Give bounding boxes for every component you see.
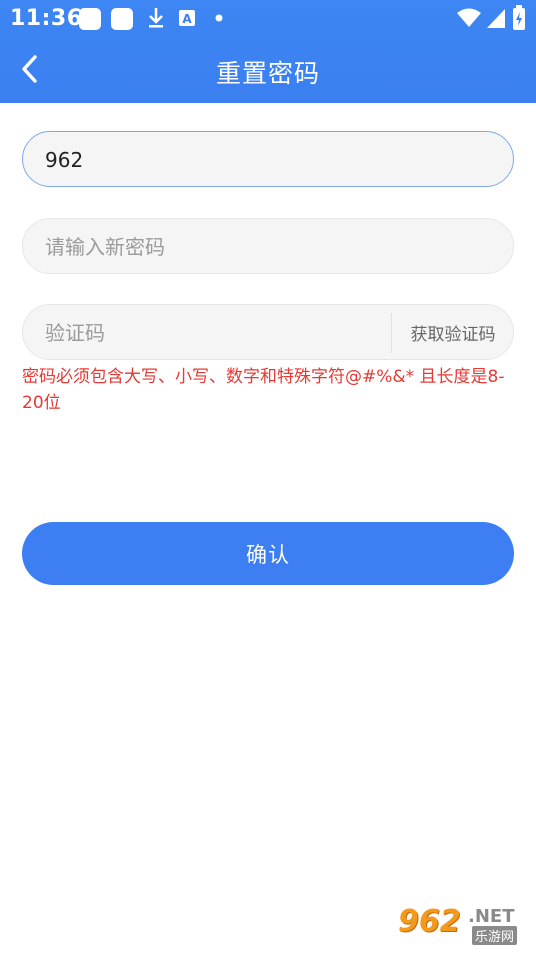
watermark-number: 962 — [398, 904, 461, 939]
verification-code-field[interactable]: 获取验证码 — [22, 304, 514, 361]
page-title: 重置密码 — [215, 59, 320, 88]
divider — [391, 313, 392, 353]
watermark-net: .NET — [468, 906, 515, 927]
account-field[interactable] — [22, 131, 514, 188]
new-password-field[interactable] — [22, 218, 514, 275]
new-password-input[interactable] — [43, 219, 497, 275]
battery-icon — [513, 5, 525, 30]
status-time: 11:36 — [10, 6, 83, 31]
app-square-icon — [111, 8, 133, 30]
dot-icon — [215, 14, 223, 22]
get-code-button[interactable]: 获取验证码 — [393, 305, 513, 359]
watermark-sub: 乐游网 — [472, 926, 518, 945]
confirm-button[interactable]: 确认 — [22, 522, 514, 585]
watermark-logo: 962 .NET 乐游网 — [398, 904, 530, 948]
verification-code-input[interactable] — [43, 305, 377, 361]
app-header: 11:36 A 重置密码 — [0, 0, 536, 103]
signal-icon — [487, 9, 505, 28]
account-input[interactable] — [43, 132, 497, 188]
font-icon: A — [179, 10, 195, 26]
app-square-icon — [79, 8, 101, 30]
svg-text:A: A — [182, 12, 192, 26]
download-icon — [149, 8, 163, 28]
wifi-icon — [457, 8, 481, 27]
navigation-bar: 重置密码 — [0, 36, 536, 103]
password-rule-hint: 密码必须包含大写、小写、数字和特殊字符@#%&* 且长度是8-20位 — [22, 367, 505, 413]
status-bar: 11:36 A — [0, 0, 536, 36]
